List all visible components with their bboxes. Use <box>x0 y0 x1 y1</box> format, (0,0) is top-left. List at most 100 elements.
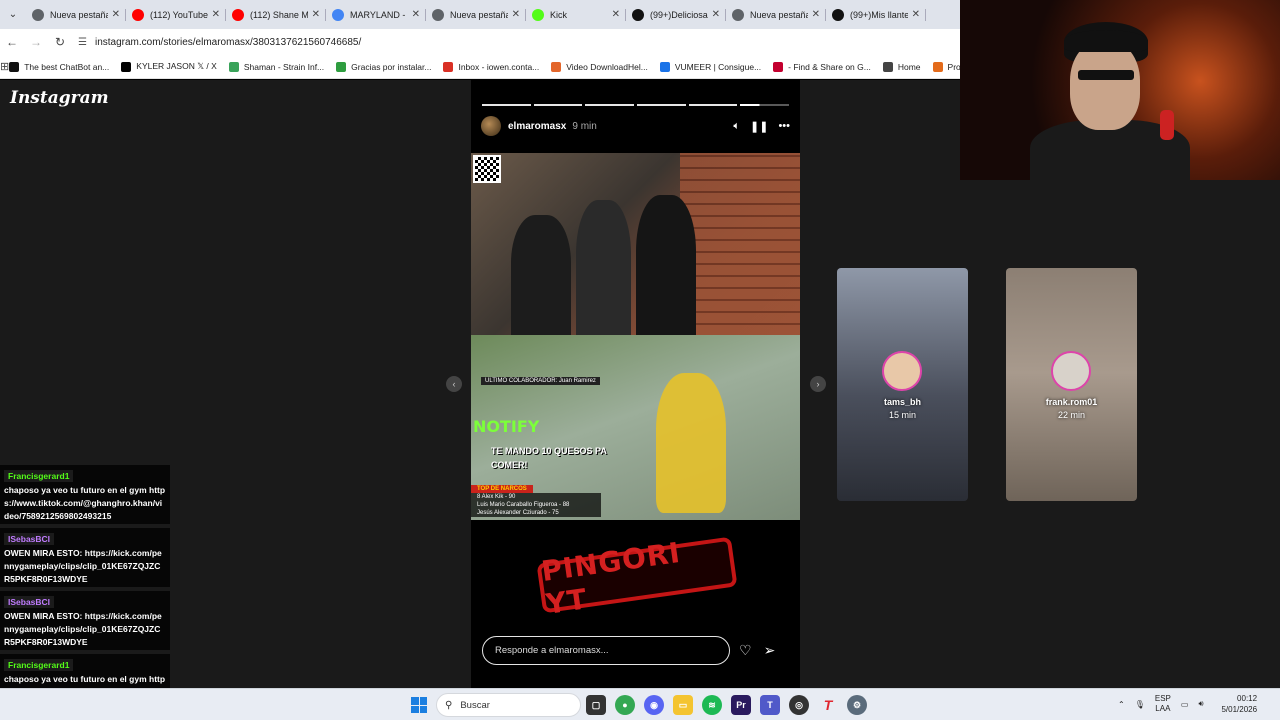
taskbar: ⚲ Buscar ▢ ● ◉ ▭ ≋ Pr T ◎ T ⚙ ⌃ 🎙︎ ESP L… <box>0 688 1280 720</box>
windows-start-icon[interactable] <box>411 697 427 713</box>
chat-username[interactable]: Francisgerard1 <box>4 659 74 671</box>
progress-segment <box>637 104 686 106</box>
microphone-icon <box>1160 110 1174 140</box>
tab-favicon-icon <box>332 8 344 21</box>
progress-segment <box>688 104 738 106</box>
bookmark-favicon-icon <box>773 61 784 72</box>
site-info-icon[interactable]: ☰ <box>78 37 87 48</box>
next-story-button[interactable]: › <box>810 376 826 392</box>
microphone-tray-icon[interactable]: 🎙︎ <box>1135 700 1145 709</box>
mute-icon[interactable]: 🔈︎ <box>733 120 740 133</box>
chat-text: chaposo ya veo tu futuro en el gym https… <box>4 485 166 521</box>
bookmark-favicon-icon <box>121 61 132 72</box>
teams-icon[interactable]: T <box>760 695 780 715</box>
bookmark-item[interactable]: VUMEER | Consigue... <box>659 61 762 72</box>
chat-username[interactable]: ISebasBCI <box>4 533 55 545</box>
apps-grid-icon[interactable]: ⊞ <box>0 60 9 73</box>
story-username[interactable]: elmaromasx <box>508 121 566 132</box>
bookmark-item[interactable]: Gracias por instalar... <box>336 61 431 72</box>
clock-date: 5/01/2026 <box>1221 705 1258 714</box>
browser-tab[interactable]: (112) YouTube ✕ <box>126 2 226 28</box>
bookmark-item[interactable]: Inbox - iowen.conta... <box>443 61 539 72</box>
tab-label: (99+)Mis llante <box>850 9 908 20</box>
previous-story-button[interactable]: ‹ <box>446 376 462 392</box>
browser-tab[interactable]: (112) Shane M ✕ <box>226 2 326 28</box>
reply-input[interactable]: Responde a elmaromasx... <box>482 636 730 665</box>
bookmark-item[interactable]: Producto: Co <box>932 61 960 72</box>
chat-username[interactable]: Francisgerard1 <box>4 470 74 482</box>
close-icon[interactable]: ✕ <box>812 9 820 20</box>
chat-username[interactable]: ISebasBCI <box>4 596 55 608</box>
network-icon[interactable]: ▭ <box>1181 700 1189 709</box>
pause-icon[interactable]: ❚❚ <box>750 120 768 133</box>
bookmark-label: VUMEER | Consigue... <box>674 61 762 72</box>
tab-search-button[interactable]: ⌄ <box>0 0 26 29</box>
browser-tab[interactable]: Kick ✕ <box>526 2 626 28</box>
settings-gear-icon[interactable]: ⚙ <box>847 695 867 715</box>
more-options-icon[interactable]: ••• <box>778 120 790 133</box>
close-icon[interactable]: ✕ <box>212 9 220 20</box>
story-time: 9 min <box>572 120 597 132</box>
bookmark-item[interactable]: KYLER JASON 𝕏 / X <box>121 61 217 72</box>
url-field[interactable]: ☰ instagram.com/stories/elmaromasx/38031… <box>78 37 361 48</box>
discord-icon[interactable]: ◉ <box>644 695 664 715</box>
screen: ⌄ Nueva pestaña ✕ (112) YouTube ✕ (112) Shan… <box>0 0 1280 720</box>
leaderboard-title: TOP DE NARCOS <box>471 485 533 493</box>
close-icon[interactable]: ✕ <box>112 9 120 20</box>
like-heart-icon[interactable]: ♡ <box>739 642 752 659</box>
close-icon[interactable]: ✕ <box>912 9 920 20</box>
language-indicator[interactable]: ESP LAA <box>1155 694 1171 714</box>
back-button[interactable]: ← <box>0 30 24 54</box>
address-bar: ← → ↻ ☰ instagram.com/stories/elmaromasx… <box>0 29 960 55</box>
bookmark-item[interactable]: - Find & Share on G... <box>773 61 871 72</box>
browser-tab[interactable]: Nueva pestaña ✕ <box>726 2 826 28</box>
taskbar-search[interactable]: ⚲ Buscar <box>436 693 581 717</box>
browser-tab[interactable]: Nueva pestaña ✕ <box>26 2 126 28</box>
preview-time: 15 min <box>888 410 916 420</box>
bookmark-label: Home <box>897 61 921 72</box>
text-app-icon[interactable]: T <box>818 695 838 715</box>
browser-tab[interactable]: (99+)Mis llante ✕ <box>826 2 926 28</box>
game-brand: NOTIFY <box>473 417 540 436</box>
instagram-logo[interactable]: Instagram <box>10 88 109 108</box>
progress-segment <box>533 104 583 106</box>
forward-button[interactable]: → <box>24 30 48 54</box>
story-preview-frank[interactable]: frank.rom01 22 min <box>1006 268 1137 501</box>
close-icon[interactable]: ✕ <box>612 9 620 20</box>
bookmark-label: KYLER JASON 𝕏 / X <box>136 61 217 71</box>
preview-username: tams_bh <box>883 397 921 407</box>
browser-tab[interactable]: (99+)Deliciosa ✕ <box>626 2 726 28</box>
file-explorer-icon[interactable]: ▭ <box>673 695 693 715</box>
close-icon[interactable]: ✕ <box>512 9 520 20</box>
bookmark-item[interactable]: The best ChatBot an... <box>9 61 109 72</box>
close-icon[interactable]: ✕ <box>712 9 720 20</box>
tab-label: Nueva pestaña <box>450 9 508 20</box>
story-avatar[interactable] <box>481 116 501 136</box>
share-send-icon[interactable]: ➢ <box>764 642 776 659</box>
bookmark-label: Producto: Co <box>947 61 960 72</box>
story-photo <box>471 153 800 335</box>
spotify-icon[interactable]: ≋ <box>702 695 722 715</box>
volume-icon[interactable]: 🔊︎ <box>1198 699 1203 709</box>
story-preview-tams[interactable]: tams_bh 15 min <box>837 268 968 501</box>
clock[interactable]: 00:12 5/01/2026 <box>1221 693 1257 715</box>
chat-text: OWEN MIRA ESTO: https://kick.com/pennyga… <box>4 611 162 647</box>
bookmark-item[interactable]: Home <box>882 61 921 72</box>
close-icon[interactable]: ✕ <box>312 9 320 20</box>
bookmark-label: - Find & Share on G... <box>788 61 871 72</box>
preview-username: frank.rom01 <box>1045 397 1098 407</box>
chrome-icon[interactable]: ● <box>615 695 635 715</box>
obs-icon[interactable]: ◎ <box>789 695 809 715</box>
task-view-icon[interactable]: ▢ <box>586 695 606 715</box>
browser-tab[interactable]: Nueva pestaña ✕ <box>426 2 526 28</box>
tab-bar: ⌄ Nueva pestaña ✕ (112) YouTube ✕ (112) Shan… <box>0 0 960 29</box>
bookmark-item[interactable]: Shaman - Strain Inf... <box>228 61 324 72</box>
reload-button[interactable]: ↻ <box>48 30 72 54</box>
story-viewer[interactable]: elmaromasx 9 min 🔈︎ ❚❚ ••• ULTIMO COLABO… <box>471 80 800 688</box>
premiere-icon[interactable]: Pr <box>731 695 751 715</box>
browser-tab[interactable]: MARYLAND - M ✕ <box>326 2 426 28</box>
search-icon: ⚲ <box>445 699 453 711</box>
bookmark-item[interactable]: Video DownloadHel... <box>551 61 648 72</box>
chevron-up-icon[interactable]: ⌃ <box>1118 700 1125 709</box>
close-icon[interactable]: ✕ <box>412 9 420 20</box>
